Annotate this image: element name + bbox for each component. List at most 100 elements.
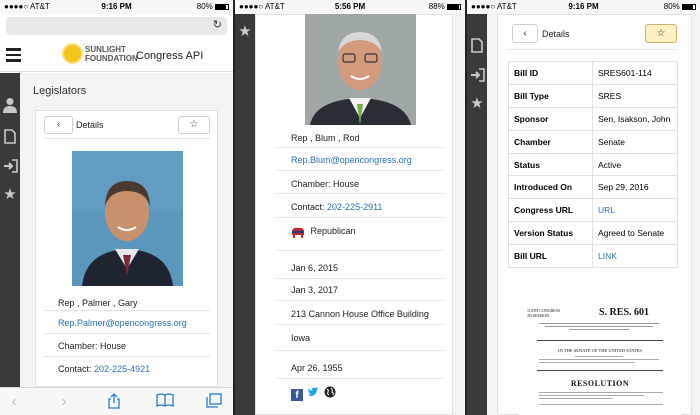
back-button[interactable]: ‹	[44, 116, 73, 134]
doc-in-senate: IN THE SENATE OF THE UNITED STATES	[558, 348, 642, 353]
phone-link[interactable]: 202-225-2911	[327, 202, 382, 212]
forward-arrow-icon[interactable]: ›	[54, 393, 74, 411]
tabs-icon[interactable]	[204, 393, 224, 411]
row-value: Sep 29, 2016	[592, 175, 678, 200]
bill-document-preview[interactable]: 114TH CONGRESS 2D SESSION S. RES. 601 IN…	[519, 290, 681, 415]
row-value[interactable]: URL	[592, 198, 678, 223]
document-icon[interactable]	[469, 38, 485, 54]
row-value: Active	[592, 152, 678, 177]
share-icon[interactable]	[104, 393, 124, 411]
name-row: Rep , Palmer , Gary	[44, 288, 210, 311]
details-label: Details	[76, 120, 104, 130]
party-row: Republican	[277, 218, 443, 251]
doc-heading: RESOLUTION	[570, 379, 630, 388]
status-bar: ●●●●○ AT&T 5:56 PM 88%	[235, 0, 465, 14]
doc-date-lines	[539, 356, 659, 363]
chamber-row: Chamber: House	[277, 171, 443, 194]
email-link[interactable]: Rep.Blum@opencongress.org	[291, 155, 412, 165]
state-row: Iowa	[277, 325, 443, 351]
app-title: Congress API	[136, 50, 204, 62]
row-key: Congress URL	[508, 198, 593, 223]
sunlight-logo-icon	[64, 45, 81, 62]
doc-bill-number: S. RES. 601	[599, 307, 650, 318]
contact-row: Contact: 202-225-4921	[58, 364, 151, 374]
battery-indicator: 88%	[429, 2, 461, 11]
row-key: Bill Type	[508, 83, 593, 108]
globe-icon[interactable]	[324, 385, 336, 398]
back-arrow-icon[interactable]: ‹	[4, 393, 24, 411]
social-links: f	[291, 385, 336, 401]
section-title: Legislators	[33, 85, 87, 97]
name-row: Rep , Blum , Rod	[277, 125, 443, 148]
legislator-photo	[72, 151, 183, 286]
favorite-button[interactable]: ☆	[645, 24, 677, 43]
battery-indicator: 80%	[197, 2, 229, 11]
sidebar-rail: ★	[235, 14, 255, 415]
star-icon[interactable]: ★	[2, 187, 18, 203]
row-key: Status	[508, 152, 593, 177]
table-row: Congress URL URL	[508, 198, 678, 223]
app-header: SUNLIGHT FOUNDATION Congress API	[0, 40, 233, 72]
star-icon: ☆	[656, 28, 666, 39]
doc-text-lines	[539, 323, 659, 330]
hamburger-menu-icon[interactable]	[6, 48, 21, 62]
chamber-row: Chamber: House	[44, 334, 210, 357]
row-value[interactable]: LINK	[592, 244, 678, 269]
email-link[interactable]: Rep.Palmer@opencongress.org	[58, 318, 187, 328]
favorite-button[interactable]: ☆	[178, 116, 210, 134]
row-key: Introduced On	[508, 175, 593, 200]
term-start-row: Jan 6, 2015	[277, 255, 443, 279]
sidebar-rail: ★	[0, 73, 20, 387]
doc-congress: 114TH CONGRESS 2D SESSION	[527, 308, 561, 318]
sign-in-icon[interactable]	[2, 159, 18, 175]
facebook-icon[interactable]: f	[291, 389, 303, 401]
table-row: Sponsor Sen, Isakson, John	[508, 106, 678, 131]
status-bar: ●●●●○ AT&T 9:16 PM 80%	[0, 0, 233, 14]
twitter-icon[interactable]	[307, 387, 319, 399]
bookmarks-icon[interactable]	[155, 393, 175, 411]
person-icon[interactable]	[2, 97, 18, 113]
phone-link[interactable]: 202-225-4921	[94, 364, 150, 374]
legislator-panel-palmer: ●●●●○ AT&T 9:16 PM 80% ↻ SUNLIGHT FOUNDA…	[0, 0, 233, 415]
row-key: Bill URL	[508, 244, 593, 269]
org-name: SUNLIGHT FOUNDATION	[85, 45, 138, 63]
section-header: Legislators	[20, 73, 233, 108]
sidebar-rail: ★	[467, 14, 487, 415]
row-value: SRES	[592, 83, 678, 108]
star-icon[interactable]: ★	[469, 96, 485, 112]
row-value: Senate	[592, 129, 678, 154]
sign-in-icon[interactable]	[469, 68, 485, 84]
reload-icon[interactable]: ↻	[213, 18, 222, 31]
battery-indicator: 80%	[664, 2, 696, 11]
contact-row: Contact: 202-225-2911	[277, 194, 443, 218]
row-value: Sen, Isakson, John	[592, 106, 678, 131]
row-key: Sponsor	[508, 106, 593, 131]
doc-divider-2	[537, 370, 663, 371]
browser-toolbar: ‹ ›	[0, 387, 233, 415]
doc-body-lines	[539, 392, 663, 405]
url-bar[interactable]: ↻	[6, 17, 227, 35]
table-row: Version Status Agreed to Senate	[508, 221, 678, 246]
document-icon[interactable]	[2, 129, 18, 145]
table-row: Status Active	[508, 152, 678, 177]
doc-divider	[537, 340, 663, 341]
bill-panel: ●●●●○ AT&T 9:16 PM 80% ★ ‹ Details ☆ Bil…	[467, 0, 700, 415]
row-value: SRES601-114	[592, 61, 678, 85]
card-divider	[44, 138, 210, 139]
table-row: Bill Type SRES	[508, 83, 678, 108]
card-divider	[507, 49, 677, 50]
status-bar: ●●●●○ AT&T 9:16 PM 80%	[467, 0, 700, 14]
email-row: Rep.Blum@opencongress.org	[277, 148, 443, 171]
table-row: Bill URL LINK	[508, 244, 678, 269]
republican-elephant-icon	[291, 227, 305, 238]
row-key: Bill ID	[508, 61, 593, 85]
row-key: Chamber	[508, 129, 593, 154]
bill-details-table: Bill ID SRES601-114 Bill Type SRES Sponsor Se…	[508, 61, 678, 269]
table-row: Bill ID SRES601-114	[508, 61, 678, 85]
star-icon[interactable]: ★	[237, 24, 253, 40]
office-row: 213 Cannon House Office Building	[277, 301, 443, 325]
email-row: Rep.Palmer@opencongress.org	[44, 311, 210, 334]
table-row: Introduced On Sep 29, 2016	[508, 175, 678, 200]
back-button[interactable]: ‹	[512, 24, 538, 43]
term-end-row: Jan 3, 2017	[277, 279, 443, 301]
